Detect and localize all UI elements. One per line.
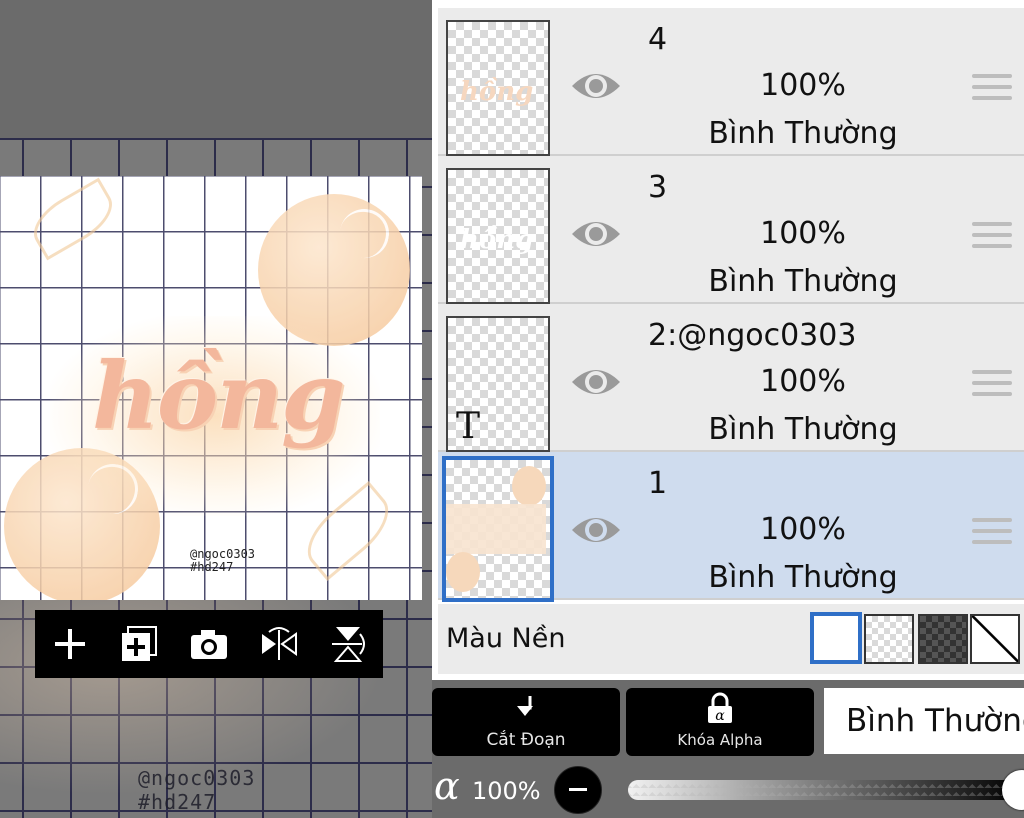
add-layer-icon bbox=[122, 626, 158, 661]
background-transparent-swatch[interactable] bbox=[864, 614, 914, 664]
eye-icon[interactable] bbox=[570, 216, 622, 252]
text-layer-icon: T bbox=[456, 406, 481, 447]
artwork-canvas[interactable]: hồng @ngoc0303 #hd247 bbox=[0, 176, 422, 600]
layer-blend-mode: Bình Thường bbox=[708, 264, 898, 299]
layer-row-2[interactable]: T 2:@ngoc0303 100% Bình Thường bbox=[438, 304, 1024, 452]
opacity-row: α 100% bbox=[432, 764, 1024, 818]
opacity-value: 100% bbox=[472, 777, 541, 805]
layer-thumbnail[interactable] bbox=[442, 456, 554, 602]
layer-blend-mode: Bình Thường bbox=[708, 116, 898, 151]
clip-arrow-icon bbox=[517, 696, 533, 716]
opacity-slider-knob[interactable] bbox=[1002, 770, 1024, 810]
add-layer-button[interactable] bbox=[117, 622, 161, 666]
layer-row-4[interactable]: hồng 4 100% Bình Thường bbox=[438, 8, 1024, 156]
ghost-signature-line: #hd247 bbox=[138, 790, 217, 814]
art-title-text: hồng bbox=[92, 342, 345, 450]
slider-checker-pattern bbox=[628, 780, 1020, 800]
flip-horizontal-button[interactable] bbox=[257, 622, 301, 666]
flip-vertical-icon bbox=[332, 627, 366, 662]
layer-blend-mode: Bình Thường bbox=[708, 412, 898, 447]
alpha-symbol: α bbox=[434, 764, 460, 808]
lock-icon: α bbox=[708, 692, 732, 724]
background-color-label: Màu Nền bbox=[446, 623, 566, 654]
layer-thumbnail[interactable]: hồng bbox=[446, 168, 550, 304]
layer-name: 2:@ngoc0303 bbox=[648, 318, 857, 353]
layer-thumbnail[interactable]: hồng bbox=[446, 20, 550, 156]
plus-icon bbox=[54, 629, 85, 659]
background-color-row: Màu Nền bbox=[438, 604, 1024, 674]
layer-blend-mode: Bình Thường bbox=[708, 560, 898, 595]
opacity-slider[interactable] bbox=[628, 780, 1020, 800]
layer-row-1[interactable]: 1 100% Bình Thường bbox=[438, 452, 1024, 602]
svg-text:α: α bbox=[715, 708, 725, 724]
eye-icon[interactable] bbox=[570, 68, 622, 104]
art-signature: @ngoc0303 #hd247 bbox=[190, 548, 255, 574]
camera-icon bbox=[190, 630, 227, 659]
opacity-decrease-button[interactable] bbox=[554, 766, 602, 814]
layer-controls-bar: Cắt Đoạn α Khóa Alpha Bình Thường α 100% bbox=[432, 680, 1024, 818]
canvas-area[interactable]: @ngoc0303 #hd247 hồng @ngoc0303 #hd247 bbox=[0, 0, 432, 818]
blend-mode-select[interactable]: Bình Thường bbox=[824, 688, 1024, 754]
drag-handle-icon[interactable] bbox=[972, 222, 1012, 252]
camera-button[interactable] bbox=[187, 622, 231, 666]
layer-name: 4 bbox=[648, 22, 668, 57]
layer-name: 1 bbox=[648, 466, 668, 501]
alpha-lock-label: Khóa Alpha bbox=[677, 731, 763, 749]
layer-panel: hồng 4 100% Bình Thường hồng 3 100% Bình… bbox=[432, 0, 1024, 680]
thumbnail-art-text: hồng bbox=[460, 77, 534, 107]
thumbnail-art-text: hồng bbox=[460, 225, 534, 255]
layer-name: 3 bbox=[648, 170, 668, 205]
thumbnail-glow bbox=[446, 504, 546, 554]
art-signature-line: #hd247 bbox=[190, 560, 234, 574]
clip-button[interactable]: Cắt Đoạn bbox=[432, 688, 620, 756]
background-dark-checker-swatch[interactable] bbox=[918, 614, 968, 664]
background-none-swatch[interactable] bbox=[970, 614, 1020, 664]
ghost-signature: @ngoc0303 #hd247 bbox=[138, 766, 255, 814]
alpha-lock-button[interactable]: α Khóa Alpha bbox=[626, 688, 814, 756]
layer-opacity: 100% bbox=[760, 216, 846, 251]
drag-handle-icon[interactable] bbox=[972, 370, 1012, 400]
thumbnail-bubble bbox=[446, 552, 480, 592]
flip-horizontal-icon bbox=[261, 627, 297, 660]
drag-handle-icon[interactable] bbox=[972, 74, 1012, 104]
ghost-signature-line: @ngoc0303 bbox=[138, 766, 256, 790]
add-button[interactable] bbox=[48, 622, 92, 666]
blend-mode-value: Bình Thường bbox=[846, 703, 1024, 739]
eye-icon[interactable] bbox=[570, 512, 622, 548]
background-white-swatch[interactable] bbox=[810, 612, 862, 664]
layer-opacity: 100% bbox=[760, 68, 846, 103]
flip-vertical-button[interactable] bbox=[326, 622, 370, 666]
eye-icon[interactable] bbox=[570, 364, 622, 400]
clip-label: Cắt Đoạn bbox=[486, 730, 566, 750]
canvas-toolbar bbox=[35, 610, 383, 678]
layer-thumbnail[interactable]: T bbox=[446, 316, 550, 452]
layer-row-3[interactable]: hồng 3 100% Bình Thường bbox=[438, 156, 1024, 304]
drag-handle-icon[interactable] bbox=[972, 518, 1012, 548]
layer-opacity: 100% bbox=[760, 364, 846, 399]
thumbnail-bubble bbox=[512, 466, 546, 506]
layer-opacity: 100% bbox=[760, 512, 846, 547]
